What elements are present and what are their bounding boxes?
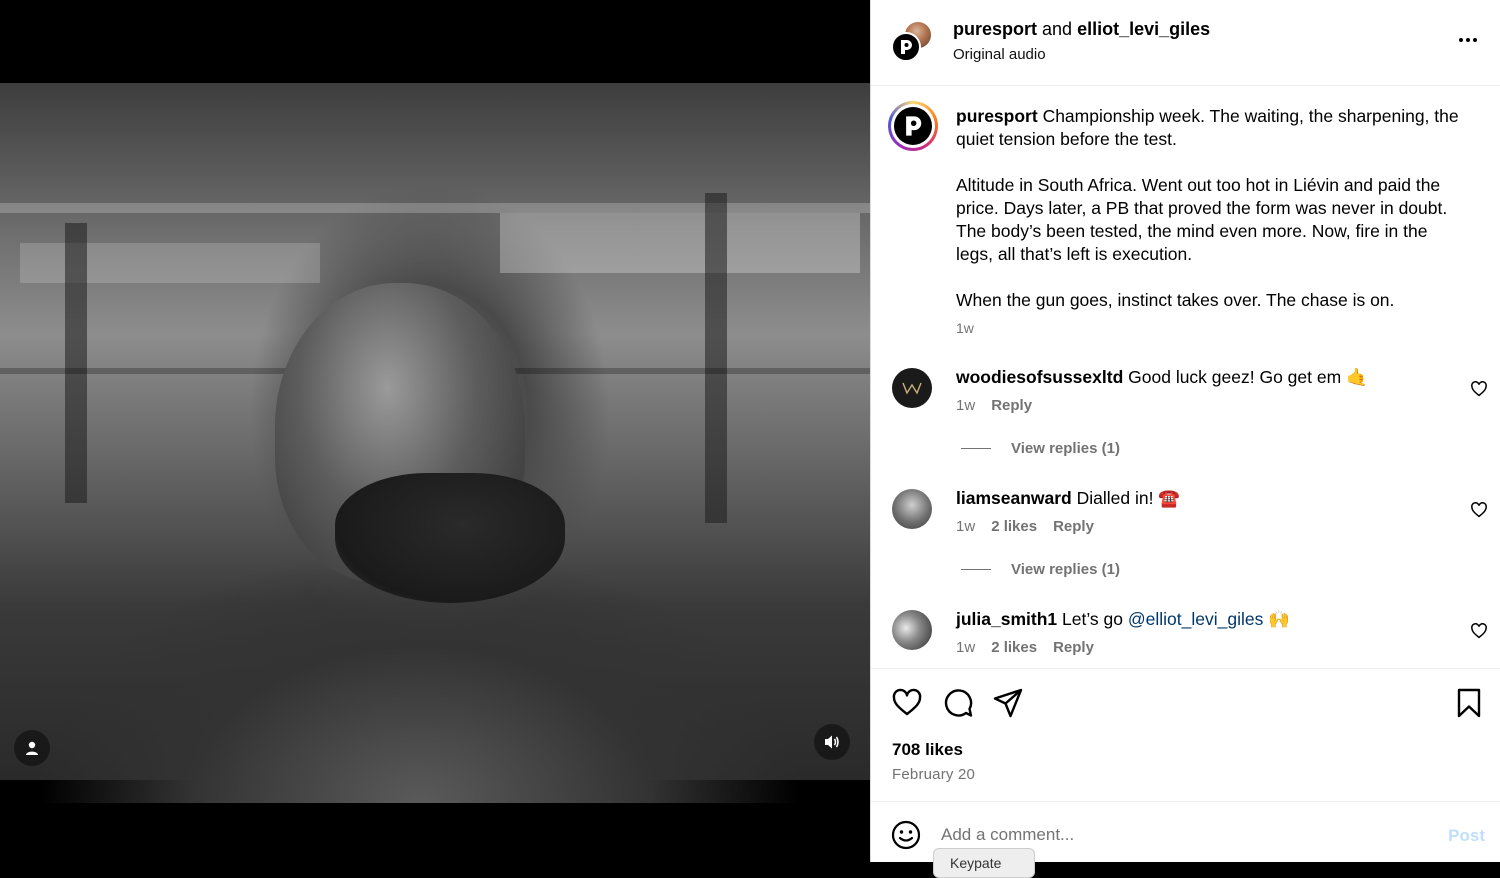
comment-like-icon[interactable]	[1470, 501, 1488, 519]
user-tag-button[interactable]	[14, 730, 50, 766]
comment-timestamp[interactable]: 1w	[956, 397, 975, 414]
likes-count[interactable]: 708 likes	[892, 740, 963, 760]
comment-mention-link[interactable]: @elliot_levi_giles	[1128, 609, 1263, 629]
replies-divider	[961, 569, 991, 570]
comment-like-icon[interactable]	[1470, 380, 1488, 398]
caption-paragraph: When the gun goes, instinct takes over. …	[956, 290, 1395, 310]
comment-timestamp[interactable]: 1w	[956, 518, 975, 535]
comment-item: julia_smith1 Let’s go @elliot_levi_giles…	[871, 608, 1500, 656]
view-replies-button[interactable]: View replies (1)	[871, 561, 1500, 578]
reply-button[interactable]: Reply	[991, 397, 1032, 414]
post-authors: puresport and elliot_levi_giles	[953, 19, 1210, 40]
post-detail-panel: puresport and elliot_levi_giles Original…	[870, 0, 1500, 878]
puresport-logo-icon	[901, 40, 912, 54]
comment-body: Good luck geez! Go get em 🤙	[1128, 367, 1368, 387]
caption-avatar[interactable]	[888, 101, 938, 151]
sound-toggle-button[interactable]	[814, 724, 850, 760]
bookmark-icon[interactable]	[1453, 687, 1485, 719]
authors-conjunction: and	[1042, 19, 1073, 39]
view-replies-label: View replies (1)	[1011, 440, 1120, 457]
commenter-avatar[interactable]	[892, 489, 932, 529]
collaborator-username[interactable]: elliot_levi_giles	[1077, 19, 1210, 39]
reply-button[interactable]: Reply	[1053, 518, 1094, 535]
comment-likes-count[interactable]: 2 likes	[991, 518, 1037, 535]
more-icon	[1459, 38, 1463, 42]
reply-button[interactable]: Reply	[1053, 639, 1094, 656]
comment-item: liamseanward Dialled in! ☎️ 1w 2 likes R…	[871, 487, 1500, 535]
replies-divider	[961, 448, 991, 449]
caption-username[interactable]: puresport	[956, 106, 1038, 126]
commenter-avatar[interactable]	[892, 610, 932, 650]
view-replies-label: View replies (1)	[1011, 561, 1120, 578]
comment-item: woodiesofsussexltd Good luck geez! Go ge…	[871, 366, 1500, 414]
comment-composer: Post Keypate	[871, 801, 1500, 878]
view-replies-button[interactable]: View replies (1)	[871, 440, 1500, 457]
author-username[interactable]: puresport	[953, 19, 1037, 39]
more-options-button[interactable]	[1456, 28, 1480, 52]
comment-username[interactable]: woodiesofsussexltd	[956, 367, 1123, 387]
post-media[interactable]	[0, 0, 870, 862]
smiley-icon[interactable]	[891, 820, 921, 850]
speaker-icon	[825, 735, 839, 749]
caption-paragraph: Altitude in South Africa. Went out too h…	[956, 175, 1448, 264]
post-actions: 708 likes February 20	[871, 668, 1500, 801]
woodies-logo-icon	[902, 382, 922, 395]
author-avatars[interactable]	[891, 18, 935, 64]
audio-label[interactable]: Original audio	[953, 46, 1210, 63]
comment-username[interactable]: liamseanward	[956, 488, 1072, 508]
comment-timestamp[interactable]: 1w	[956, 639, 975, 656]
comment-like-icon[interactable]	[1470, 622, 1488, 640]
tooltip: Keypate	[933, 848, 1035, 878]
commenter-avatar[interactable]	[892, 368, 932, 408]
comment-body: Dialled in! ☎️	[1076, 488, 1181, 508]
comment-username[interactable]: julia_smith1	[956, 609, 1057, 629]
comment-body: 🙌	[1263, 609, 1291, 629]
heart-icon[interactable]	[891, 687, 923, 719]
author-avatar[interactable]	[891, 32, 921, 62]
post-caption: puresport Championship week. The waiting…	[871, 87, 1500, 336]
caption-timestamp[interactable]: 1w	[956, 320, 1461, 336]
comment-body: Let’s go	[1062, 609, 1128, 629]
comments-list[interactable]: puresport Championship week. The waiting…	[871, 87, 1500, 668]
paper-plane-icon[interactable]	[992, 687, 1024, 719]
post-date[interactable]: February 20	[892, 766, 975, 783]
user-tag-icon	[26, 741, 38, 755]
comment-likes-count[interactable]: 2 likes	[991, 639, 1037, 656]
puresport-logo-icon	[906, 116, 922, 136]
post-header: puresport and elliot_levi_giles Original…	[871, 0, 1500, 86]
comment-icon[interactable]	[942, 687, 974, 719]
post-video[interactable]	[0, 83, 870, 803]
post-comment-button[interactable]: Post	[1448, 826, 1485, 846]
